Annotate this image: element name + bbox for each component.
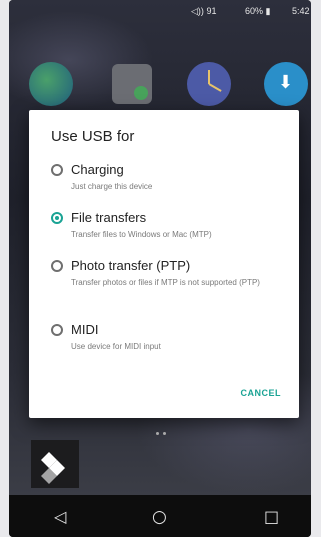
- globe-app-icon[interactable]: [29, 62, 73, 106]
- volume-indicator: ◁)) 91: [191, 6, 231, 17]
- radio-button-selected[interactable]: [51, 212, 63, 224]
- radio-button[interactable]: [51, 164, 63, 176]
- clock-app-icon[interactable]: [187, 62, 231, 106]
- speaker-icon: ◁)): [191, 6, 204, 16]
- option-description: Use device for MIDI input: [71, 342, 161, 351]
- cancel-button[interactable]: CANCEL: [241, 388, 282, 398]
- option-label: Photo transfer (PTP): [71, 258, 191, 273]
- option-description: Just charge this device: [71, 182, 153, 191]
- option-description: Transfer photos or files if MTP is not s…: [71, 278, 260, 287]
- option-description: Transfer files to Windows or Mac (MTP): [71, 230, 212, 239]
- tidal-app-icon[interactable]: [31, 440, 79, 488]
- page-indicator: [154, 422, 168, 440]
- option-label: Charging: [71, 162, 124, 177]
- battery-percent: 60%: [245, 6, 264, 16]
- option-label: File transfers: [71, 210, 147, 225]
- option-label: MIDI: [71, 322, 99, 337]
- recents-icon[interactable]: □: [264, 507, 279, 526]
- back-icon[interactable]: ◁: [54, 507, 66, 526]
- battery-icon: ▮: [265, 6, 271, 16]
- clock-time: 5:42: [292, 6, 310, 16]
- volume-level: 91: [206, 6, 217, 16]
- calculator-app-icon[interactable]: [112, 64, 152, 104]
- home-icon[interactable]: ○: [152, 507, 167, 527]
- status-bar: ◁)) 91 60% ▮ 5:42: [9, 0, 311, 24]
- radio-button[interactable]: [51, 324, 63, 336]
- navigation-bar: ◁ ○ □: [9, 495, 311, 537]
- phone-screen: ◁)) 91 60% ▮ 5:42 ⬇ Use USB for Charging…: [9, 0, 311, 537]
- radio-button[interactable]: [51, 260, 63, 272]
- tidal-logo-icon: [41, 452, 65, 484]
- usb-mode-dialog: Use USB for Charging Just charge this de…: [29, 110, 299, 418]
- dialog-title: Use USB for: [51, 128, 135, 145]
- download-app-icon[interactable]: ⬇: [264, 62, 308, 106]
